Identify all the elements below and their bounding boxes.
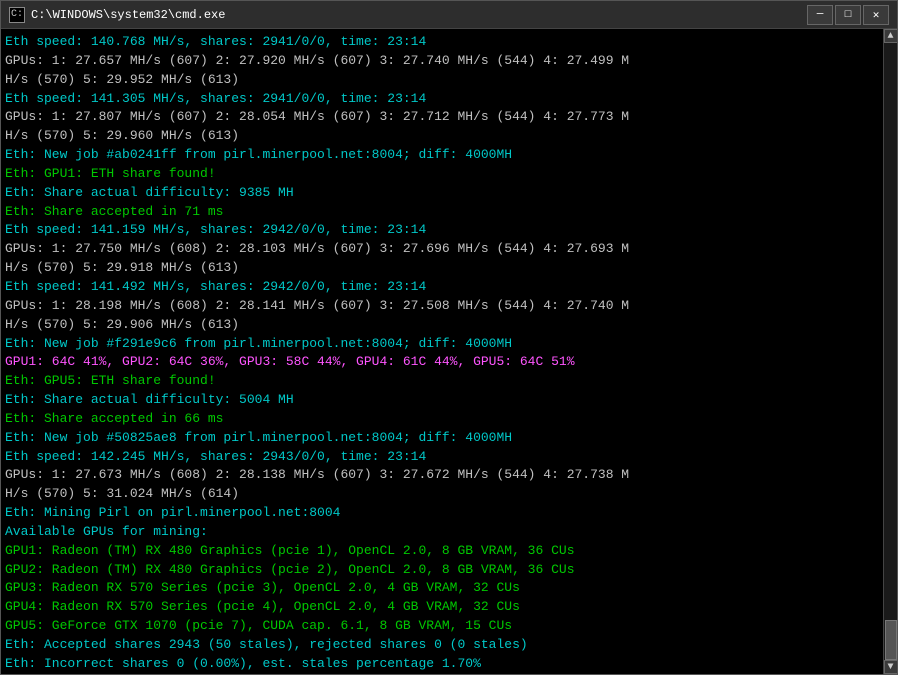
terminal-line: H/s (570) 5: 29.918 MH/s (613)	[5, 259, 879, 278]
scroll-down-arrow[interactable]: ▼	[884, 660, 898, 674]
terminal-line: GPUs: 1: 27.657 MH/s (607) 2: 27.920 MH/…	[5, 52, 879, 71]
terminal-line: GPUs: 1: 27.750 MH/s (608) 2: 28.103 MH/…	[5, 240, 879, 259]
title-bar-left: C: C:\WINDOWS\system32\cmd.exe	[9, 7, 225, 23]
cmd-icon: C:	[9, 7, 25, 23]
terminal-line: GPUs: 1: 28.198 MH/s (608) 2: 28.141 MH/…	[5, 297, 879, 316]
terminal-line: H/s (570) 5: 29.952 MH/s (613)	[5, 71, 879, 90]
terminal-line: Eth: Share accepted in 66 ms	[5, 410, 879, 429]
terminal-line: H/s (570) 5: 31.024 MH/s (614)	[5, 485, 879, 504]
terminal-line: Eth: GPU1: ETH share found!	[5, 165, 879, 184]
scroll-thumb[interactable]	[885, 620, 897, 660]
terminal-line: Eth: New job #f291e9c6 from pirl.minerpo…	[5, 335, 879, 354]
terminal-line: Eth: Share accepted in 71 ms	[5, 203, 879, 222]
terminal-line: Eth: New job #50825ae8 from pirl.minerpo…	[5, 429, 879, 448]
terminal-line: Eth speed: 141.159 MH/s, shares: 2942/0/…	[5, 221, 879, 240]
terminal-wrapper: Eth speed: 140.768 MH/s, shares: 2941/0/…	[1, 29, 897, 674]
title-bar-buttons: ─ □ ✕	[807, 5, 889, 25]
terminal-line: GPUs: 1: 27.673 MH/s (608) 2: 28.138 MH/…	[5, 466, 879, 485]
terminal-line: Eth: Accepted shares 2943 (50 stales), r…	[5, 636, 879, 655]
terminal-line: GPU3: Radeon RX 570 Series (pcie 3), Ope…	[5, 579, 879, 598]
terminal-line: GPU5: GeForce GTX 1070 (pcie 7), CUDA ca…	[5, 617, 879, 636]
terminal-line: H/s (570) 5: 29.960 MH/s (613)	[5, 127, 879, 146]
terminal-line: Eth: Share actual difficulty: 9385 MH	[5, 184, 879, 203]
maximize-button[interactable]: □	[835, 5, 861, 25]
terminal-line: Eth speed: 142.245 MH/s, shares: 2943/0/…	[5, 448, 879, 467]
terminal-line: Eth: GPU5: ETH share found!	[5, 372, 879, 391]
scrollbar[interactable]: ▲ ▼	[883, 29, 897, 674]
terminal-line: GPU1: Radeon (TM) RX 480 Graphics (pcie …	[5, 542, 879, 561]
terminal-line: GPU4: Radeon RX 570 Series (pcie 4), Ope…	[5, 598, 879, 617]
title-bar: C: C:\WINDOWS\system32\cmd.exe ─ □ ✕	[1, 1, 897, 29]
terminal-line: Available GPUs for mining:	[5, 523, 879, 542]
scroll-track[interactable]	[884, 43, 897, 660]
terminal-line: Eth: New job #ab0241ff from pirl.minerpo…	[5, 146, 879, 165]
window: C: C:\WINDOWS\system32\cmd.exe ─ □ ✕ Eth…	[0, 0, 898, 675]
terminal-line: Eth speed: 141.305 MH/s, shares: 2941/0/…	[5, 90, 879, 109]
terminal-line: Eth: Mining Pirl on pirl.minerpool.net:8…	[5, 504, 879, 523]
terminal-line: H/s (570) 5: 29.906 MH/s (613)	[5, 316, 879, 335]
terminal-line: GPU2: Radeon (TM) RX 480 Graphics (pcie …	[5, 561, 879, 580]
terminal-line: GPU1: 64C 41%, GPU2: 64C 36%, GPU3: 58C …	[5, 353, 879, 372]
scroll-up-arrow[interactable]: ▲	[884, 29, 898, 43]
terminal-line: GPUs: 1: 27.807 MH/s (607) 2: 28.054 MH/…	[5, 108, 879, 127]
window-title: C:\WINDOWS\system32\cmd.exe	[31, 8, 225, 22]
terminal-line: Eth speed: 140.768 MH/s, shares: 2941/0/…	[5, 33, 879, 52]
terminal-content: Eth speed: 140.768 MH/s, shares: 2941/0/…	[1, 29, 883, 674]
close-button[interactable]: ✕	[863, 5, 889, 25]
terminal-line: Eth speed: 141.492 MH/s, shares: 2942/0/…	[5, 278, 879, 297]
minimize-button[interactable]: ─	[807, 5, 833, 25]
terminal-line: Eth: Incorrect shares 0 (0.00%), est. st…	[5, 655, 879, 674]
terminal-line: Eth: Share actual difficulty: 5004 MH	[5, 391, 879, 410]
